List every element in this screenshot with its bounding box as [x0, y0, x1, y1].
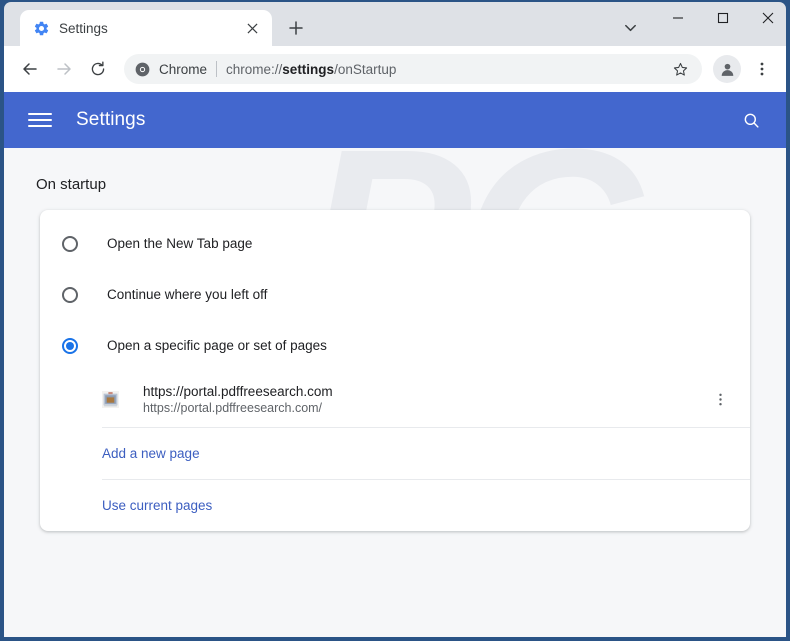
omnibox-separator [216, 61, 218, 77]
hamburger-line [28, 119, 52, 121]
arrow-right-icon [57, 63, 71, 75]
reload-button[interactable] [82, 53, 114, 85]
arrow-left-icon [23, 63, 37, 75]
minimize-icon [672, 16, 683, 19]
page-title: Settings [76, 109, 146, 130]
plus-icon [289, 21, 303, 35]
omnibox-url-text: chrome://settings/onStartup [226, 62, 655, 77]
add-new-page-link[interactable]: Add a new page [102, 446, 200, 461]
browser-toolbar: Chrome chrome://settings/onStartup [4, 46, 786, 92]
maximize-button[interactable] [700, 2, 745, 33]
url-bold-segment: settings [282, 61, 335, 77]
window-close-icon [762, 12, 773, 23]
add-new-page-row[interactable]: Add a new page [40, 428, 750, 479]
three-dots-vertical-icon [760, 62, 764, 76]
hamburger-menu-icon[interactable] [28, 108, 52, 132]
close-icon [246, 22, 258, 34]
site-favicon-icon [102, 390, 119, 408]
back-button[interactable] [14, 53, 46, 85]
search-icon [744, 113, 759, 128]
close-window-button[interactable] [745, 2, 790, 33]
hamburger-line [28, 125, 52, 127]
startup-option-continue[interactable]: Continue where you left off [40, 269, 750, 320]
startup-option-new-tab[interactable]: Open the New Tab page [40, 218, 750, 269]
maximize-icon [717, 12, 728, 23]
forward-button[interactable] [48, 53, 80, 85]
settings-content: PC risk.com On startup Open the New Tab … [4, 148, 786, 637]
url-suffix: /onStartup [334, 61, 397, 77]
address-bar[interactable]: Chrome chrome://settings/onStartup [124, 54, 702, 84]
minimize-button[interactable] [655, 2, 700, 33]
bookmark-star-button[interactable] [664, 53, 696, 85]
omnibox-chip-label: Chrome [159, 61, 208, 77]
startup-page-more-button[interactable] [706, 385, 734, 413]
chrome-logo-icon [135, 62, 150, 76]
use-current-pages-link[interactable]: Use current pages [102, 498, 212, 513]
window-controls [655, 2, 790, 46]
section-title-on-startup: On startup [36, 176, 107, 193]
profile-avatar-button[interactable] [713, 55, 741, 83]
settings-header-bar: Settings [4, 92, 786, 148]
tab-close-icon[interactable] [242, 18, 262, 38]
startup-page-row: https://portal.pdffreesearch.com https:/… [40, 371, 750, 427]
on-startup-card: Open the New Tab page Continue where you… [40, 210, 750, 531]
tab-strip: Settings [4, 2, 786, 46]
startup-option-specific-pages[interactable]: Open a specific page or set of pages [40, 320, 750, 371]
hamburger-line [28, 113, 52, 115]
browser-window: Settings Chrome chrome://settings/onStar… [0, 0, 790, 641]
browser-tab-settings[interactable]: Settings [20, 10, 272, 46]
tab-title: Settings [59, 20, 108, 36]
chevron-down-icon [624, 24, 636, 31]
startup-option-label: Continue where you left off [107, 287, 268, 302]
chrome-menu-button[interactable] [746, 53, 778, 85]
startup-page-title: https://portal.pdffreesearch.com [143, 383, 333, 399]
startup-page-texts: https://portal.pdffreesearch.com https:/… [143, 384, 706, 415]
startup-option-label: Open a specific page or set of pages [107, 338, 327, 353]
three-dots-vertical-icon [718, 393, 722, 405]
startup-option-label: Open the New Tab page [107, 236, 253, 251]
radio-button[interactable] [62, 286, 78, 303]
new-tab-button[interactable] [281, 13, 311, 43]
settings-search-button[interactable] [734, 103, 768, 137]
use-current-pages-row[interactable]: Use current pages [40, 480, 750, 531]
gear-icon [34, 21, 49, 35]
radio-button-selected[interactable] [62, 337, 78, 354]
star-icon [673, 62, 687, 76]
startup-page-url: https://portal.pdffreesearch.com/ [143, 400, 323, 415]
radio-button[interactable] [62, 235, 78, 252]
tab-search-button[interactable] [615, 12, 645, 42]
avatar-icon [721, 63, 733, 76]
reload-icon [91, 61, 105, 76]
url-prefix: chrome:// [226, 61, 283, 77]
